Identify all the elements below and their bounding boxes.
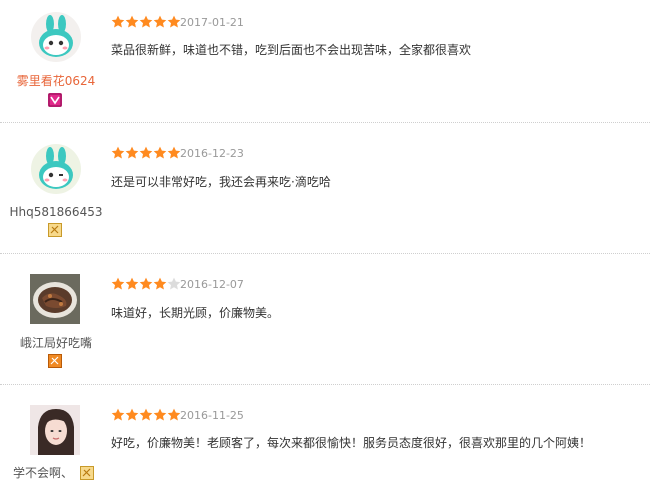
star-icon: [153, 15, 167, 28]
star-rating: [111, 146, 181, 159]
star-icon: [167, 146, 181, 159]
star-icon: [139, 15, 153, 28]
review-comment: 还是可以非常好吃，我还会再来吃·滴吃哈: [111, 175, 331, 189]
star-icon: [111, 146, 125, 159]
star-icon: [111, 15, 125, 28]
star-rating: [111, 408, 181, 421]
member-level-badge-icon: [80, 466, 94, 480]
review-date: 2016-11-25: [180, 409, 244, 422]
review-list: 雾里看花0624 2017-01-21 菜品很新鲜，味道也不错，吃到后面也不会出…: [0, 0, 650, 490]
star-icon: [111, 277, 125, 290]
star-icon: [153, 408, 167, 421]
star-icon: [153, 146, 167, 159]
username[interactable]: Hhq581866453: [0, 205, 112, 219]
review-comment: 好吃，价廉物美！老顾客了，每次来都很愉快！服务员态度很好，很喜欢那里的几个阿姨！: [111, 436, 592, 450]
avatar[interactable]: [31, 12, 81, 62]
star-rating: [111, 15, 181, 28]
divider: [0, 384, 650, 385]
cartoon-bunny-icon: [31, 12, 81, 62]
star-icon: [139, 146, 153, 159]
star-rating: [111, 277, 181, 290]
avatar[interactable]: [30, 274, 80, 324]
divider: [0, 122, 650, 123]
avatar[interactable]: [31, 144, 81, 194]
review-item: 雾里看花0624 2017-01-21 菜品很新鲜，味道也不错，吃到后面也不会出…: [0, 0, 650, 122]
user-photo-avatar: [30, 405, 80, 455]
star-icon: [153, 277, 167, 290]
review-date: 2016-12-23: [180, 147, 244, 160]
star-icon: [125, 15, 139, 28]
review-item: 峨江局好吃嘴 2016-12-07 味道好，长期光顾，价廉物美。: [0, 253, 650, 384]
vip-level-badge-icon: [48, 93, 62, 107]
star-icon: [167, 15, 181, 28]
review-comment: 味道好，长期光顾，价廉物美。: [111, 306, 280, 320]
star-icon: [167, 277, 181, 290]
cartoon-bunny-icon: [31, 144, 81, 194]
review-item: 学不会啊、 2016-11-25 好吃，价廉物美！老顾客了，每次来都很愉快！服务…: [0, 384, 650, 490]
star-icon: [125, 146, 139, 159]
star-icon: [125, 408, 139, 421]
star-icon: [125, 277, 139, 290]
orange-level-badge-icon: [48, 354, 62, 368]
star-icon: [167, 408, 181, 421]
food-photo-avatar: [30, 274, 80, 324]
review-date: 2017-01-21: [180, 16, 244, 29]
divider: [0, 253, 650, 254]
star-icon: [139, 277, 153, 290]
review-date: 2016-12-07: [180, 278, 244, 291]
star-icon: [111, 408, 125, 421]
review-comment: 菜品很新鲜，味道也不错，吃到后面也不会出现苦味，全家都很喜欢: [111, 43, 472, 57]
review-item: Hhq581866453 2016-12-23 还是可以非常好吃，我还会再来吃·…: [0, 122, 650, 253]
star-icon: [139, 408, 153, 421]
username[interactable]: 雾里看花0624: [0, 74, 112, 88]
member-level-badge-icon: [48, 223, 62, 237]
username[interactable]: 学不会啊、: [0, 466, 86, 480]
avatar[interactable]: [30, 405, 80, 455]
username[interactable]: 峨江局好吃嘴: [0, 336, 112, 350]
